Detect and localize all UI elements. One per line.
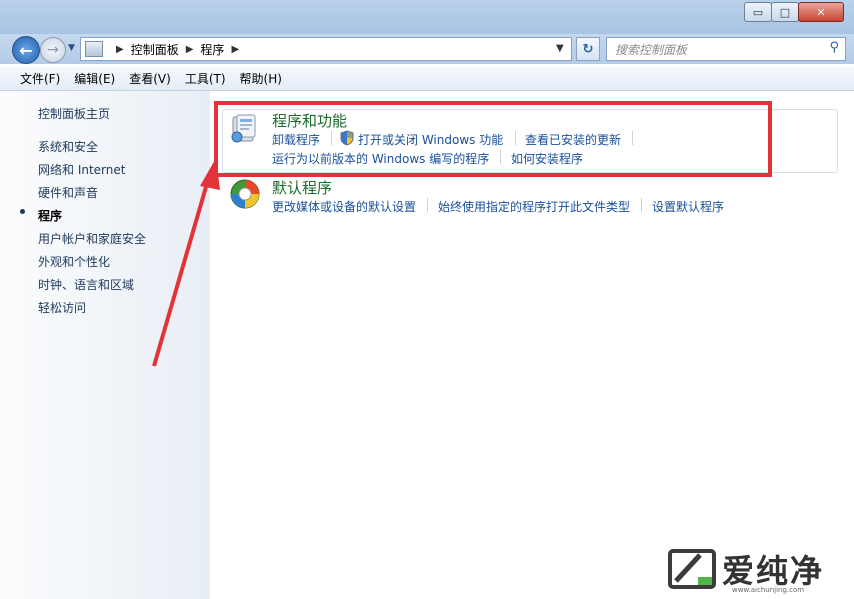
link-divider xyxy=(641,198,642,212)
sidebar-item-user-accounts[interactable]: 用户帐户和家庭安全 xyxy=(38,230,146,247)
maximize-button[interactable]: □ xyxy=(771,2,799,22)
sidebar-item-hardware-sound[interactable]: 硬件和声音 xyxy=(38,184,98,201)
menu-view[interactable]: 查看(V) xyxy=(123,70,177,87)
forward-button[interactable]: → xyxy=(40,37,66,63)
menu-tools[interactable]: 工具(T) xyxy=(179,70,232,87)
watermark-logo-icon xyxy=(668,549,716,589)
search-placeholder: 搜索控制面板 xyxy=(615,43,688,57)
annotation-highlight-box xyxy=(214,101,772,177)
search-icon[interactable]: ⚲ xyxy=(829,40,839,55)
minimize-button[interactable]: ▭ xyxy=(744,2,772,22)
breadcrumb-programs[interactable]: 程序 xyxy=(200,41,224,58)
address-bar[interactable]: ▶ 控制面板 ▶ 程序 ▶ xyxy=(80,37,572,61)
back-arrow-icon: ← xyxy=(19,40,33,60)
search-input[interactable]: 搜索控制面板 ⚲ xyxy=(606,37,846,61)
window-controls: ▭ □ ✕ xyxy=(744,2,844,22)
address-dropdown-icon[interactable]: ▼ xyxy=(556,43,564,54)
menu-help[interactable]: 帮助(H) xyxy=(234,70,288,87)
back-button[interactable]: ← xyxy=(12,36,40,64)
media-device-defaults-link[interactable]: 更改媒体或设备的默认设置 xyxy=(272,198,416,215)
link-divider xyxy=(427,198,428,212)
watermark-url: www.aichunjing.com xyxy=(732,586,805,594)
default-programs-icon xyxy=(230,179,260,209)
current-item-bullet-icon xyxy=(20,209,25,214)
file-type-association-link[interactable]: 始终使用指定的程序打开此文件类型 xyxy=(438,198,630,215)
sidebar-item-programs[interactable]: 程序 xyxy=(38,207,62,224)
breadcrumb-separator-icon[interactable]: ▶ xyxy=(186,44,194,55)
recent-pages-dropdown-icon[interactable]: ▼ xyxy=(68,43,75,53)
refresh-button[interactable]: ↻ xyxy=(576,37,600,61)
forward-arrow-icon: → xyxy=(47,42,59,58)
refresh-icon: ↻ xyxy=(582,41,594,57)
title-bar xyxy=(0,0,854,34)
sidebar-item-system-security[interactable]: 系统和安全 xyxy=(38,138,98,155)
close-button[interactable]: ✕ xyxy=(798,2,844,22)
breadcrumb-separator-icon[interactable]: ▶ xyxy=(231,44,239,55)
sidebar-item-ease-of-access[interactable]: 轻松访问 xyxy=(38,299,86,316)
set-default-programs-link[interactable]: 设置默认程序 xyxy=(652,198,724,215)
sidebar-item-home[interactable]: 控制面板主页 xyxy=(38,105,110,122)
menu-edit[interactable]: 编辑(E) xyxy=(68,70,121,87)
menu-bar: 文件(F) 编辑(E) 查看(V) 工具(T) 帮助(H) xyxy=(0,66,854,91)
breadcrumb-separator-icon[interactable]: ▶ xyxy=(116,44,124,55)
control-panel-icon xyxy=(85,41,103,57)
default-programs-title[interactable]: 默认程序 xyxy=(272,177,332,198)
sidebar-item-appearance[interactable]: 外观和个性化 xyxy=(38,253,110,270)
annotation-arrow-icon xyxy=(152,158,220,367)
breadcrumb-control-panel[interactable]: 控制面板 xyxy=(131,41,179,58)
menu-file[interactable]: 文件(F) xyxy=(14,70,66,87)
sidebar-item-clock-language[interactable]: 时钟、语言和区域 xyxy=(38,276,134,293)
sidebar-item-network[interactable]: 网络和 Internet xyxy=(38,161,125,178)
